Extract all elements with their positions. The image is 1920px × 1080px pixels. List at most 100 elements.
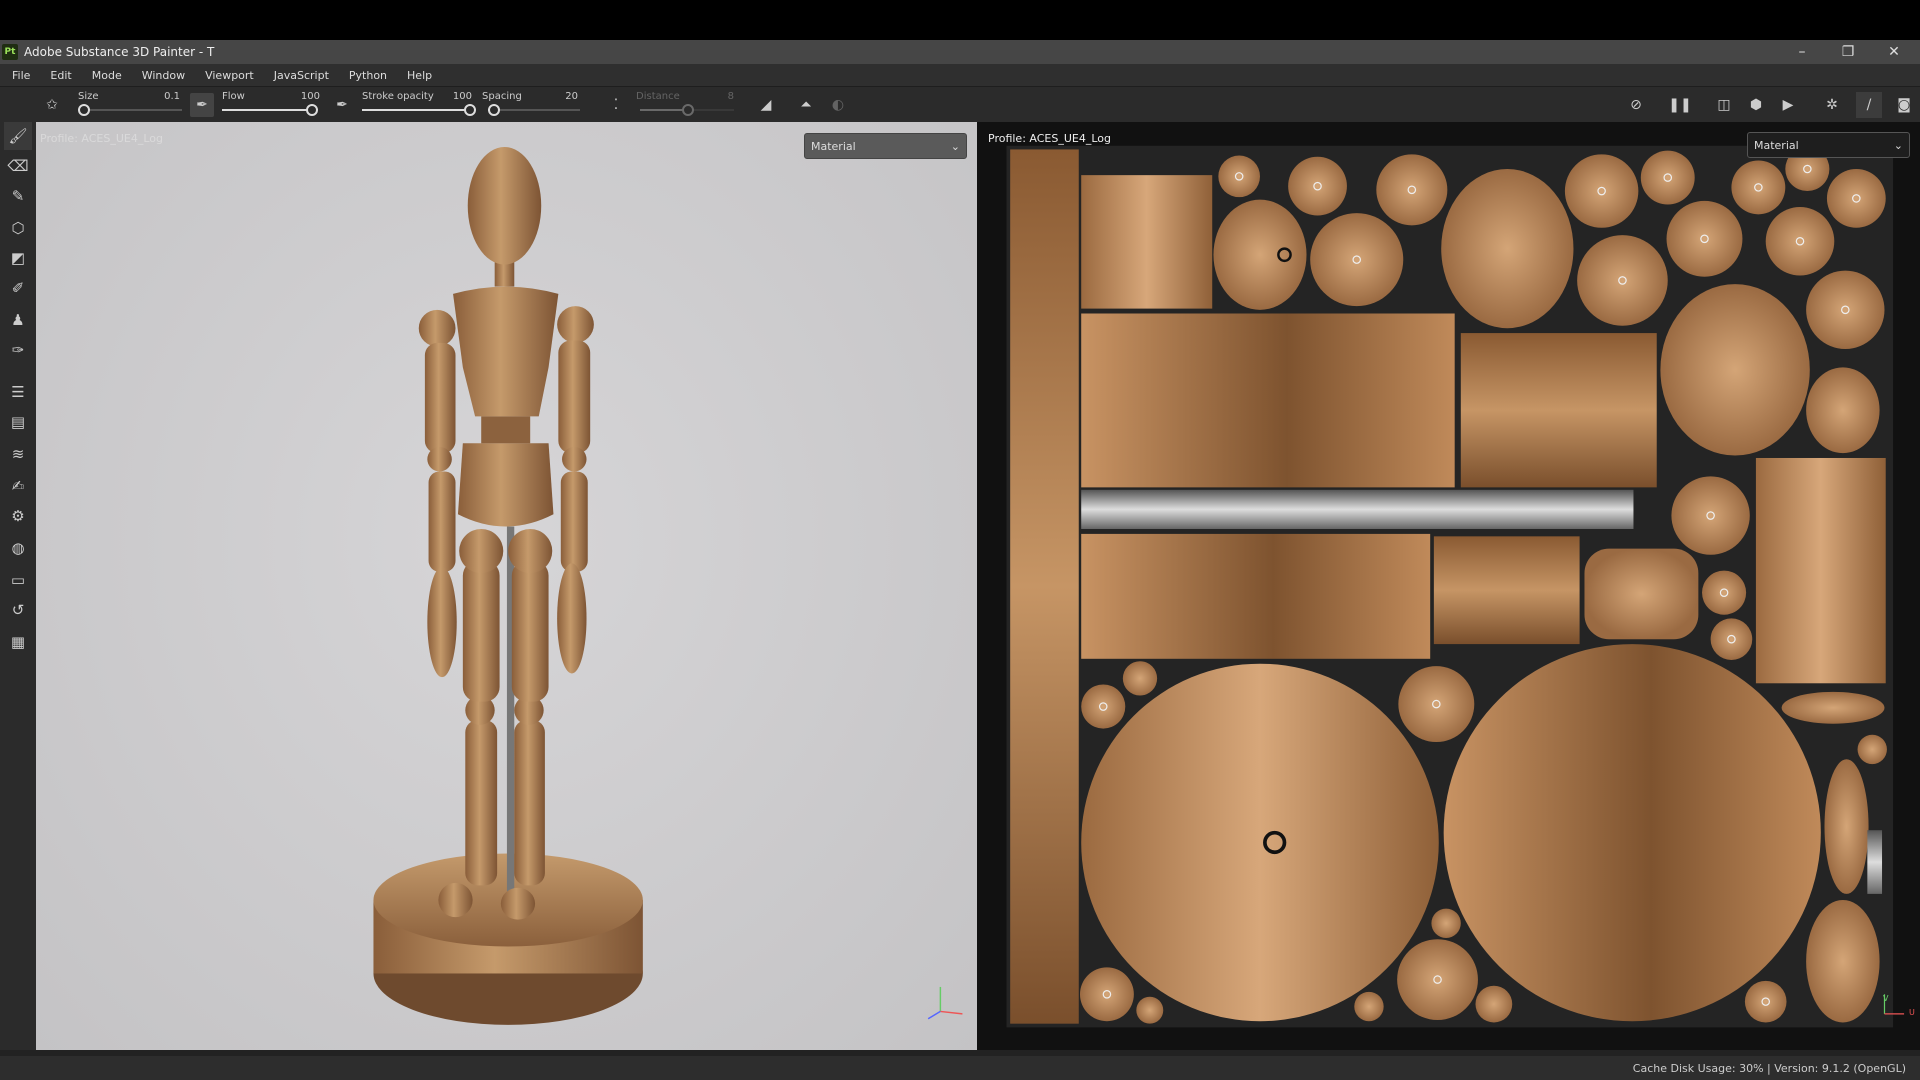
paint-mode-icon[interactable]: / [1856, 92, 1882, 118]
uv-island [1081, 175, 1213, 309]
history-icon[interactable]: ↺ [4, 596, 32, 624]
uv-island [1765, 206, 1835, 276]
eraser-icon[interactable]: ⌫ [4, 152, 32, 180]
layers-icon[interactable]: ≋ [4, 440, 32, 468]
uv-island [1744, 980, 1787, 1023]
distance-value[interactable]: 8 [704, 91, 734, 102]
uv-island [1857, 734, 1887, 765]
display-settings-icon[interactable]: ⚙ [4, 502, 32, 530]
spacing-label: Spacing [482, 91, 522, 102]
uv-island [1081, 684, 1126, 729]
flow-pressure-icon[interactable]: ✒ [190, 93, 214, 117]
stroke-opacity-pressure-icon[interactable]: ✒ [330, 93, 354, 117]
menu-javascript[interactable]: JavaScript [274, 69, 329, 82]
uv-island [1433, 536, 1580, 645]
menu-window[interactable]: Window [142, 69, 185, 82]
split-view-icon[interactable]: ◫ [1712, 93, 1736, 117]
close-button[interactable]: ✕ [1872, 40, 1916, 64]
uv-island [1584, 548, 1699, 640]
symmetry-icon[interactable]: ⏶ [794, 93, 818, 117]
spacing-slider[interactable] [488, 104, 580, 116]
distance-label: Distance [636, 91, 680, 102]
environment-icon[interactable]: ◍ [4, 534, 32, 562]
color-profile-label: Profile: ACES_UE4_Log [40, 132, 163, 145]
uv-island [1671, 476, 1750, 555]
uv-island [1475, 985, 1513, 1023]
uv-island [1564, 154, 1639, 228]
symmetry-options-icon[interactable]: ◐ [826, 93, 850, 117]
polygon-fill-icon[interactable]: ⬡ [4, 214, 32, 242]
restore-button[interactable]: ❐ [1826, 40, 1870, 64]
uv-island [1136, 996, 1164, 1024]
chevron-down-icon: ⌄ [1893, 139, 1903, 152]
uv-island [1443, 644, 1821, 1022]
uv-island [1397, 939, 1478, 1021]
uv-island [1354, 991, 1384, 1022]
flow-value[interactable]: 100 [290, 91, 320, 102]
menu-file[interactable]: File [12, 69, 30, 82]
screenshot-icon[interactable]: ◙ [1892, 93, 1916, 117]
pause-icon[interactable]: ❚❚ [1668, 93, 1692, 117]
projection-icon[interactable]: ✎ [4, 182, 32, 210]
brush-preset-icon[interactable]: ✩ [40, 93, 64, 117]
menu-edit[interactable]: Edit [50, 69, 71, 82]
uv-island [1867, 830, 1883, 894]
menu-viewport[interactable]: Viewport [205, 69, 254, 82]
flow-slider[interactable] [222, 104, 318, 116]
viewport-mode-dropdown[interactable]: Material ⌄ [1747, 132, 1910, 158]
flow-label: Flow [222, 91, 245, 102]
size-value[interactable]: 0.1 [150, 91, 180, 102]
uv-island [1755, 457, 1886, 684]
chevron-down-icon: ⌄ [950, 140, 960, 153]
menu-python[interactable]: Python [349, 69, 387, 82]
stroke-opacity-label: Stroke opacity [362, 91, 434, 102]
camera-icon[interactable]: ▶ [1776, 93, 1800, 117]
uv-island [1702, 570, 1747, 615]
lazy-mouse-icon[interactable]: ⁚ [604, 93, 628, 117]
uv-island [1376, 154, 1448, 226]
viewport-2d-uv[interactable]: Profile: ACES_UE4_Log Material ⌄ V U [977, 122, 1920, 1050]
color-picker-icon[interactable]: ✑ [4, 336, 32, 364]
paint-brush-icon[interactable]: 🖌︎ [4, 122, 32, 150]
log-icon[interactable]: ▦ [4, 628, 32, 656]
shelf-icon[interactable]: ▭ [4, 566, 32, 594]
clone-stamp-icon[interactable]: ♟ [4, 306, 32, 334]
menu-mode[interactable]: Mode [92, 69, 122, 82]
distance-slider[interactable] [640, 104, 734, 116]
uv-island [1081, 663, 1439, 1022]
hide-selection-icon[interactable]: ⊘ [1624, 93, 1648, 117]
path-icon[interactable]: ◩ [4, 244, 32, 272]
display-mode-icon[interactable]: ⬢ [1744, 93, 1768, 117]
smudge-icon[interactable]: ✐ [4, 274, 32, 302]
spacing-value[interactable]: 20 [548, 91, 578, 102]
size-label: Size [78, 91, 99, 102]
uv-island [1310, 213, 1404, 307]
uv-island [1731, 160, 1786, 215]
uv-island [1010, 149, 1079, 1024]
stroke-opacity-slider[interactable] [362, 104, 476, 116]
uv-island [1806, 367, 1880, 454]
dropdown-value: Material [1754, 139, 1799, 152]
size-slider[interactable] [78, 104, 182, 116]
app-logo: Pt [2, 44, 18, 60]
stroke-opacity-value[interactable]: 100 [442, 91, 472, 102]
color-profile-label: Profile: ACES_UE4_Log [988, 132, 1111, 145]
mannequin-figure [418, 146, 594, 920]
uv-island [1577, 235, 1668, 326]
uv-island [1640, 150, 1695, 205]
iray-icon[interactable]: ✲ [1820, 93, 1844, 117]
alignment-icon[interactable]: ◢ [754, 93, 778, 117]
minimize-button[interactable]: – [1780, 40, 1824, 64]
properties-icon[interactable]: ✍ [4, 472, 32, 500]
uv-island [1081, 489, 1634, 530]
uv-axis-u: U [1909, 1008, 1915, 1017]
menu-help[interactable]: Help [407, 69, 432, 82]
uv-island [1398, 666, 1475, 743]
viewport-mode-dropdown[interactable]: Material ⌄ [804, 133, 967, 159]
texture-set-settings-icon[interactable]: ▤ [4, 408, 32, 436]
viewport-3d[interactable]: Profile: ACES_UE4_Log Material ⌄ [36, 122, 977, 1050]
texture-set-list-icon[interactable]: ☰ [4, 378, 32, 406]
mannequin-model [373, 146, 963, 1025]
uv-island [1781, 691, 1885, 724]
uv-island [1081, 313, 1455, 488]
